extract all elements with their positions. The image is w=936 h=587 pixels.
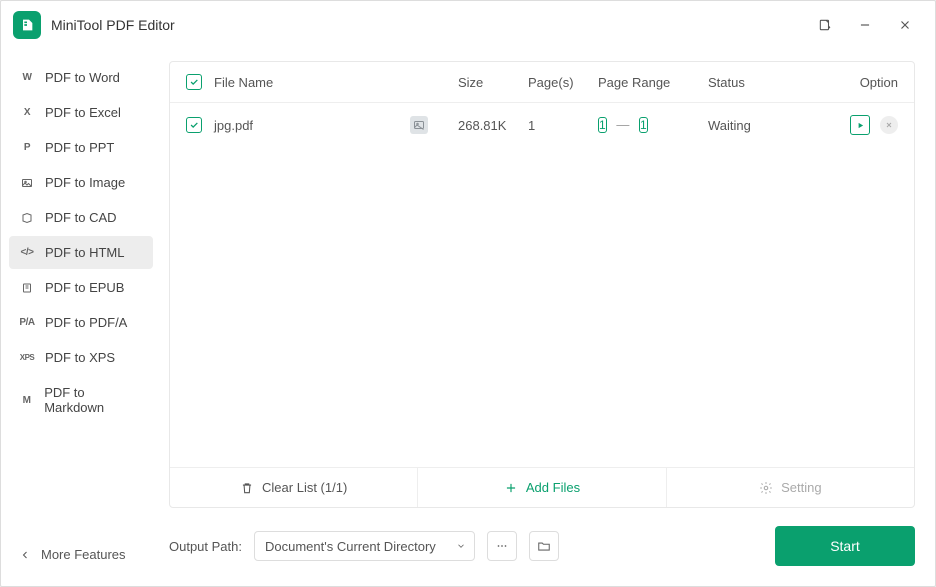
word-icon: W — [19, 72, 35, 83]
add-files-button[interactable]: Add Files — [418, 468, 666, 507]
minimize-button[interactable] — [847, 7, 883, 43]
html-icon: </> — [19, 247, 35, 258]
remove-button[interactable] — [880, 116, 898, 134]
table-footer: Clear List (1/1) Add Files Setting — [170, 467, 914, 507]
convert-button[interactable] — [850, 115, 870, 135]
xps-icon: XPS — [19, 353, 35, 362]
file-type-icon — [410, 116, 428, 134]
window-title: MiniTool PDF Editor — [51, 17, 807, 33]
file-size: 268.81K — [458, 118, 528, 133]
range-to-input[interactable]: 1 — [639, 117, 648, 133]
open-folder-button[interactable] — [529, 531, 559, 561]
sidebar-item-label: PDF to CAD — [45, 210, 117, 225]
sidebar-item-label: PDF to Word — [45, 70, 120, 85]
titlebar: MiniTool PDF Editor — [1, 1, 935, 49]
sidebar-item-label: PDF to EPUB — [45, 280, 124, 295]
body: W PDF to Word X PDF to Excel P PDF to PP… — [1, 49, 935, 586]
sidebar-item-label: PDF to Excel — [45, 105, 121, 120]
markdown-icon: M — [19, 395, 34, 406]
range-from-input[interactable]: 1 — [598, 117, 607, 133]
more-features-button[interactable]: More Features — [9, 535, 153, 574]
setting-button[interactable]: Setting — [667, 468, 914, 507]
select-all-checkbox[interactable] — [186, 74, 202, 90]
close-button[interactable] — [887, 7, 923, 43]
excel-icon: X — [19, 107, 35, 118]
titlebar-extra-button[interactable] — [807, 7, 843, 43]
sidebar-item-pdf-to-ppt[interactable]: P PDF to PPT — [9, 131, 153, 164]
file-status: Waiting — [708, 118, 818, 133]
output-path-value: Document's Current Directory — [265, 539, 436, 554]
table-header: File Name Size Page(s) Page Range Status… — [170, 62, 914, 103]
pdfa-icon: P/A — [19, 317, 35, 328]
main-panel: File Name Size Page(s) Page Range Status… — [161, 49, 935, 586]
row-checkbox[interactable] — [186, 117, 202, 133]
sidebar-item-label: PDF to Image — [45, 175, 125, 190]
bottom-bar: Output Path: Document's Current Director… — [169, 508, 915, 566]
image-icon — [19, 177, 35, 189]
file-name: jpg.pdf — [214, 118, 253, 133]
header-size: Size — [458, 75, 528, 90]
header-page-range: Page Range — [598, 75, 708, 90]
sidebar-item-pdf-to-epub[interactable]: PDF to EPUB — [9, 271, 153, 304]
header-pages: Page(s) — [528, 75, 598, 90]
setting-label: Setting — [781, 480, 821, 495]
sidebar-item-pdf-to-cad[interactable]: PDF to CAD — [9, 201, 153, 234]
output-path-select[interactable]: Document's Current Directory — [254, 531, 475, 561]
clear-list-label: Clear List (1/1) — [262, 480, 347, 495]
page-range: 1 — 1 — [598, 115, 708, 135]
sidebar-item-pdf-to-word[interactable]: W PDF to Word — [9, 61, 153, 94]
epub-icon — [19, 282, 35, 294]
sidebar-item-pdf-to-image[interactable]: PDF to Image — [9, 166, 153, 199]
add-files-label: Add Files — [526, 480, 580, 495]
sidebar-item-pdf-to-pdfa[interactable]: P/A PDF to PDF/A — [9, 306, 153, 339]
sidebar-item-label: PDF to PDF/A — [45, 315, 127, 330]
titlebar-actions — [807, 7, 923, 43]
more-options-button[interactable] — [487, 531, 517, 561]
app-window: MiniTool PDF Editor W PDF to Word X PDF … — [0, 0, 936, 587]
table-row: jpg.pdf 268.81K 1 1 — 1 Waiting — [170, 103, 914, 147]
sidebar: W PDF to Word X PDF to Excel P PDF to PP… — [1, 49, 161, 586]
app-logo — [13, 11, 41, 39]
sidebar-item-label: PDF to XPS — [45, 350, 115, 365]
clear-list-button[interactable]: Clear List (1/1) — [170, 468, 418, 507]
output-path-label: Output Path: — [169, 539, 242, 554]
sidebar-item-label: PDF to Markdown — [44, 385, 143, 415]
sidebar-item-pdf-to-markdown[interactable]: M PDF to Markdown — [9, 376, 153, 424]
sidebar-item-pdf-to-html[interactable]: </> PDF to HTML — [9, 236, 153, 269]
file-table: File Name Size Page(s) Page Range Status… — [169, 61, 915, 508]
header-file-name: File Name — [214, 75, 458, 90]
header-status: Status — [708, 75, 818, 90]
chevron-down-icon — [456, 541, 466, 551]
table-empty-space — [170, 147, 914, 467]
header-option: Option — [818, 75, 898, 90]
cad-icon — [19, 212, 35, 224]
sidebar-item-label: PDF to PPT — [45, 140, 114, 155]
file-pages: 1 — [528, 118, 598, 133]
more-features-label: More Features — [41, 547, 126, 562]
start-label: Start — [830, 538, 860, 554]
range-separator: — — [616, 117, 629, 132]
sidebar-item-label: PDF to HTML — [45, 245, 124, 260]
ppt-icon: P — [19, 142, 35, 153]
sidebar-item-pdf-to-excel[interactable]: X PDF to Excel — [9, 96, 153, 129]
sidebar-item-pdf-to-xps[interactable]: XPS PDF to XPS — [9, 341, 153, 374]
start-button[interactable]: Start — [775, 526, 915, 566]
